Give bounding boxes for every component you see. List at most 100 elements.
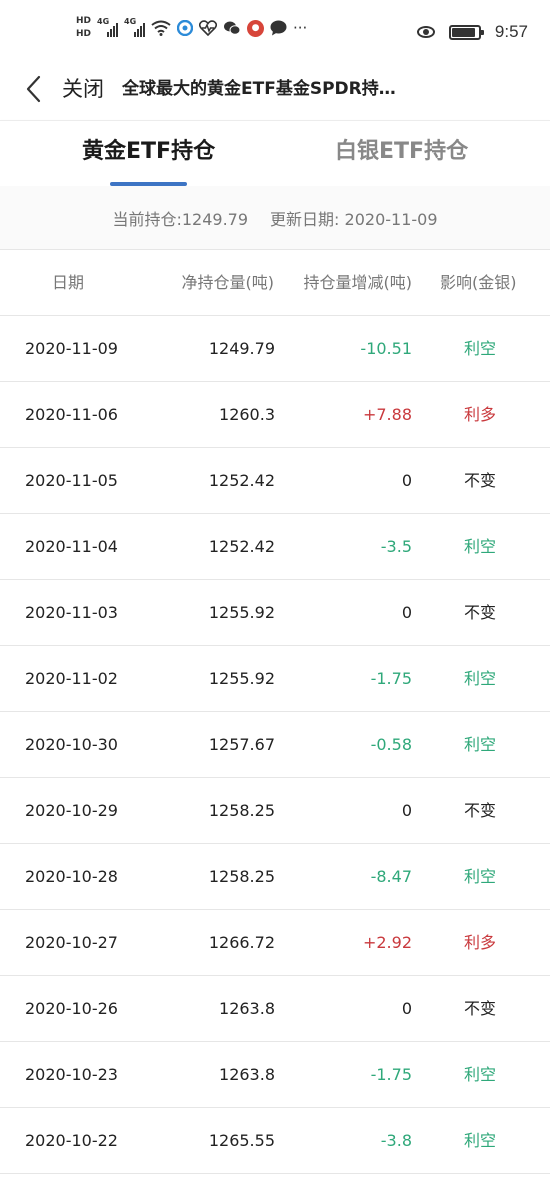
row-date: 2020-10-22 (25, 1131, 118, 1150)
row-net-holdings: 1257.67 (208, 735, 275, 754)
row-change: -3.5 (380, 537, 412, 556)
row-date: 2020-11-03 (25, 603, 118, 622)
row-date: 2020-11-09 (25, 339, 118, 358)
more-notifications-icon: ··· (293, 19, 308, 37)
table-row[interactable]: 2020-10-23 1263.8 -1.75 利空 (0, 1042, 550, 1108)
close-button[interactable]: 关闭 (62, 74, 104, 104)
row-net-holdings: 1258.25 (208, 801, 275, 820)
table-row[interactable]: 2020-11-04 1252.42 -3.5 利空 (0, 514, 550, 580)
message-icon (270, 20, 287, 36)
tab-silver-etf[interactable]: 白银ETF持仓 (335, 135, 468, 169)
status-time: 9:57 (494, 22, 528, 41)
status-icons-left: HD HD 4G 4G ● ··· (76, 16, 307, 40)
row-change: -3.8 (380, 1131, 412, 1150)
row-impact: 利多 (464, 933, 497, 952)
row-net-holdings: 1255.92 (208, 669, 275, 688)
eye-comfort-icon (416, 26, 435, 38)
table-row[interactable]: 2020-11-09 1249.79 -10.51 利空 (0, 316, 550, 382)
table-row[interactable]: 2020-10-22 1265.55 -3.8 利空 (0, 1108, 550, 1174)
row-net-holdings: 1249.79 (208, 339, 275, 358)
row-impact: 利空 (464, 735, 497, 754)
header-change: 持仓量增减(吨) (303, 273, 413, 292)
update-date: 更新日期: 2020-11-09 (270, 209, 438, 229)
table-row[interactable]: 2020-10-30 1257.67 -0.58 利空 (0, 712, 550, 778)
signal-icon: 4G (97, 17, 119, 37)
row-date: 2020-10-29 (25, 801, 118, 820)
row-net-holdings: 1265.55 (208, 1131, 275, 1150)
status-icons-right: 9:57 (416, 22, 528, 42)
row-impact: 不变 (464, 999, 497, 1018)
row-change: -1.75 (370, 669, 412, 688)
back-chevron-icon[interactable] (22, 74, 46, 104)
row-impact: 利空 (464, 669, 497, 688)
health-icon (199, 20, 218, 36)
row-impact: 利空 (464, 537, 497, 556)
row-net-holdings: 1263.8 (219, 999, 275, 1018)
row-impact: 不变 (464, 603, 497, 622)
nav-bar: 关闭 全球最大的黄金ETF基金SPDR持… (0, 66, 550, 120)
row-impact: 利空 (464, 1065, 497, 1084)
header-net-holdings: 净持仓量(吨) (181, 273, 275, 292)
header-date: 日期 (52, 273, 85, 292)
table-row[interactable]: 2020-11-03 1255.92 0 不变 (0, 580, 550, 646)
row-date: 2020-11-05 (25, 471, 118, 490)
row-net-holdings: 1260.3 (219, 405, 275, 424)
row-date: 2020-11-04 (25, 537, 118, 556)
row-change: 0 (401, 603, 412, 622)
row-date: 2020-10-30 (25, 735, 118, 754)
battery-fill (451, 27, 476, 37)
table-row[interactable]: 2020-11-06 1260.3 +7.88 利多 (0, 382, 550, 448)
row-date: 2020-10-28 (25, 867, 118, 886)
table-row[interactable]: 2020-10-29 1258.25 0 不变 (0, 778, 550, 844)
row-impact: 利空 (464, 867, 497, 886)
row-net-holdings: 1263.8 (219, 1065, 275, 1084)
row-change: 0 (401, 801, 412, 820)
hd2-label: HD (76, 29, 92, 39)
row-change: -0.58 (370, 735, 412, 754)
hd-indicator: HD HD (76, 16, 91, 40)
table-row[interactable]: 2020-10-27 1266.72 +2.92 利多 (0, 910, 550, 976)
row-change: 0 (401, 471, 412, 490)
row-change: -1.75 (370, 1065, 412, 1084)
row-date: 2020-11-02 (25, 669, 118, 688)
battery-icon (448, 24, 484, 40)
row-date: 2020-10-23 (25, 1065, 118, 1084)
row-net-holdings: 1255.92 (208, 603, 275, 622)
row-change: 0 (401, 999, 412, 1018)
row-impact: 利空 (464, 339, 497, 358)
current-holdings: 当前持仓:1249.79 (112, 209, 249, 229)
page-title: 全球最大的黄金ETF基金SPDR持… (122, 79, 396, 99)
signal-icon-2: 4G (124, 17, 146, 37)
row-net-holdings: 1266.72 (208, 933, 275, 952)
row-change: -10.51 (360, 339, 412, 358)
row-date: 2020-10-27 (25, 933, 118, 952)
table-row[interactable]: 2020-11-05 1252.42 0 不变 (0, 448, 550, 514)
row-change: -8.47 (370, 867, 412, 886)
header-impact: 影响(金银) (440, 273, 517, 292)
tab-gold-etf[interactable]: 黄金ETF持仓 (82, 135, 215, 169)
row-net-holdings: 1252.42 (208, 537, 275, 556)
red-app-icon: ● (247, 19, 265, 37)
row-change: +7.88 (362, 405, 412, 424)
table-row[interactable]: 2020-11-02 1255.92 -1.75 利空 (0, 646, 550, 712)
tab-bar: 黄金ETF持仓 白银ETF持仓 (0, 120, 550, 186)
table-row[interactable]: 2020-10-26 1263.8 0 不变 (0, 976, 550, 1042)
row-impact: 不变 (464, 471, 497, 490)
app-notification-icon (177, 20, 194, 36)
status-bar: HD HD 4G 4G ● ··· 9:57 (0, 0, 550, 66)
holdings-table: 2020-11-09 1249.79 -10.51 利空 2020-11-06 … (0, 316, 550, 1174)
row-impact: 不变 (464, 801, 497, 820)
row-impact: 利多 (464, 405, 497, 424)
holdings-summary: 当前持仓:1249.79 更新日期: 2020-11-09 (0, 186, 550, 250)
hd1-label: HD (76, 16, 92, 26)
row-date: 2020-11-06 (25, 405, 118, 424)
row-net-holdings: 1252.42 (208, 471, 275, 490)
row-date: 2020-10-26 (25, 999, 118, 1018)
wifi-icon (151, 20, 171, 36)
wechat-icon (224, 21, 241, 35)
row-net-holdings: 1258.25 (208, 867, 275, 886)
table-row[interactable]: 2020-10-28 1258.25 -8.47 利空 (0, 844, 550, 910)
network-type-label: 4G (97, 17, 110, 26)
table-header: 日期 净持仓量(吨) 持仓量增减(吨) 影响(金银) (0, 250, 550, 316)
row-impact: 利空 (464, 1131, 497, 1150)
